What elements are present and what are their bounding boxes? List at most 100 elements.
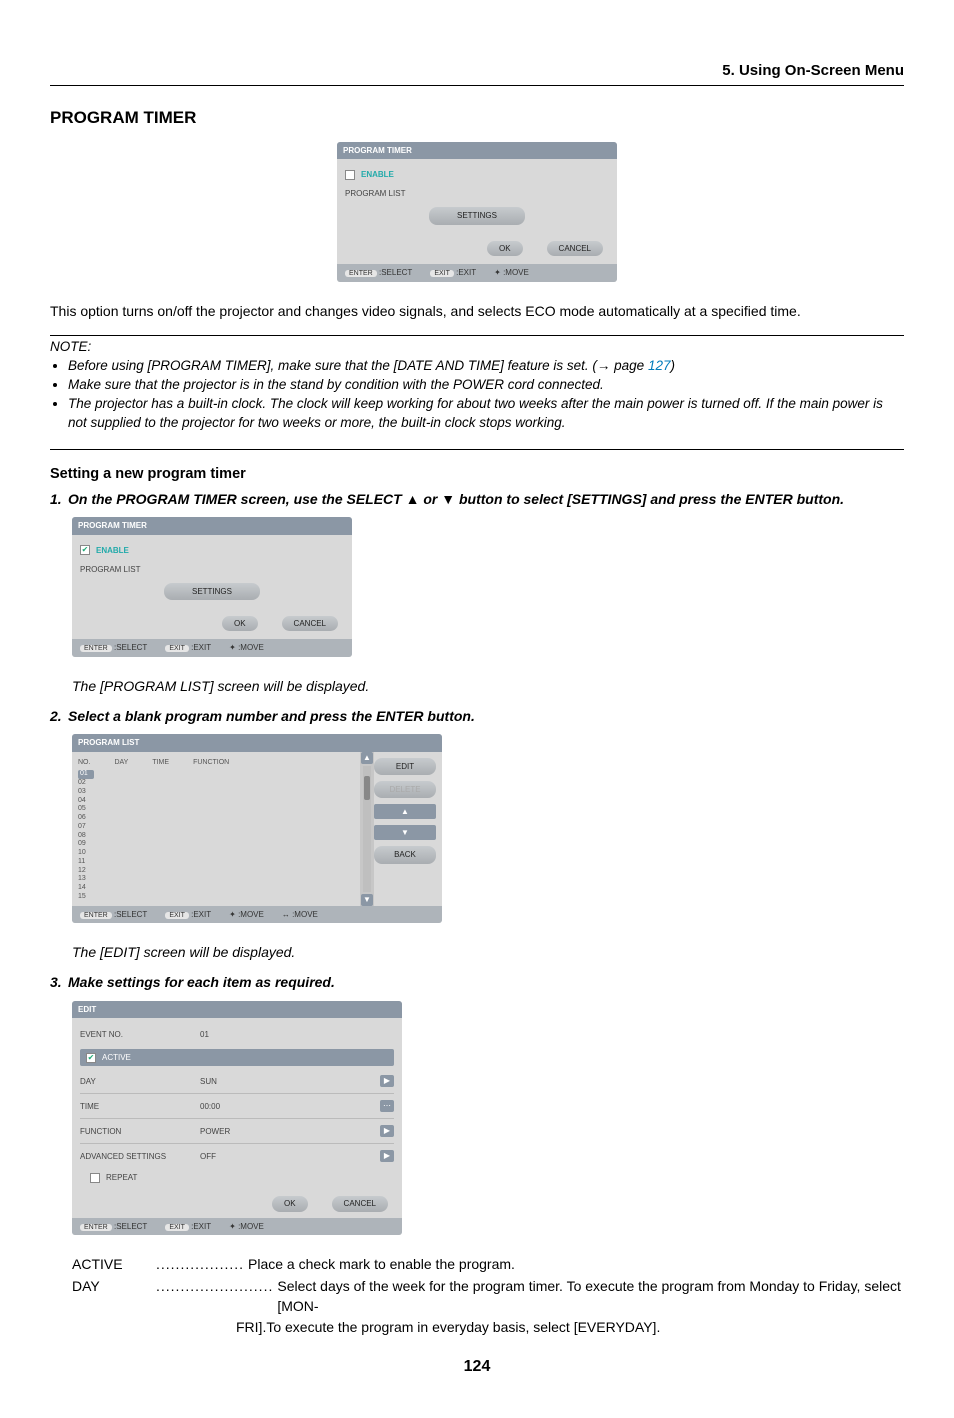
program-timer-panel-1: PROGRAM TIMER ENABLE PROGRAM LIST SETTIN… <box>337 142 617 282</box>
plist-row[interactable]: 15 <box>78 893 356 902</box>
plist-row[interactable]: 03 <box>78 788 356 797</box>
plist-rows[interactable]: 01 02 03 04 05 06 07 08 09 10 11 12 13 1… <box>78 769 356 901</box>
enable-checkbox-unchecked[interactable] <box>345 170 355 180</box>
exit-key-icon: EXIT <box>430 270 454 277</box>
cancel-button[interactable]: CANCEL <box>547 241 603 256</box>
enable-checkbox-checked[interactable]: ✔ <box>80 545 90 555</box>
enter-key-icon-4: ENTER <box>80 1224 112 1231</box>
active-checkbox[interactable]: ✔ <box>86 1053 96 1063</box>
edit-row-day[interactable]: DAY SUN ▶ <box>80 1070 394 1092</box>
plist-row[interactable]: 09 <box>78 840 356 849</box>
right-arrow-icon[interactable]: ▶ <box>380 1125 394 1137</box>
enable-label: ENABLE <box>361 169 394 180</box>
subhead-setting: Setting a new program timer <box>50 464 904 484</box>
caption-1: The [PROGRAM LIST] screen will be displa… <box>72 677 904 697</box>
enable-label-2: ENABLE <box>96 545 129 556</box>
cancel-button-edit[interactable]: CANCEL <box>332 1196 388 1211</box>
repeat-checkbox[interactable] <box>90 1173 100 1183</box>
panel4-footer: ENTER :SELECT EXIT :EXIT ✦ :MOVE <box>72 1218 402 1236</box>
cancel-button-2[interactable]: CANCEL <box>282 616 338 631</box>
panel3-title: PROGRAM LIST <box>72 734 442 751</box>
desc-day: DAY ........................ Select days… <box>72 1277 904 1316</box>
breadcrumb: 5. Using On-Screen Menu <box>50 60 904 86</box>
event-no-value: 01 <box>200 1029 394 1040</box>
scrollbar[interactable]: ▲ ▼ <box>360 752 374 906</box>
up-triangle-icon: ▲ <box>406 491 420 507</box>
note-item-1: Before using [PROGRAM TIMER], make sure … <box>68 357 904 376</box>
edit-row-time[interactable]: TIME 00:00 ⋯ <box>80 1095 394 1117</box>
right-arrow-icon[interactable]: ▶ <box>380 1075 394 1087</box>
panel1-footer: ENTER :SELECT EXIT :EXIT ✦ :MOVE <box>337 264 617 282</box>
exit-key-icon-2: EXIT <box>165 645 189 652</box>
note-block: NOTE: Before using [PROGRAM TIMER], make… <box>50 338 904 432</box>
plist-row[interactable]: 13 <box>78 875 356 884</box>
edit-panel: EDIT EVENT NO. 01 ✔ ACTIVE DAY SUN ▶ TIM… <box>72 1001 402 1236</box>
down-triangle-icon: ▼ <box>441 491 455 507</box>
plist-row[interactable]: 02 <box>78 779 356 788</box>
program-timer-panel-2: PROGRAM TIMER ✔ ENABLE PROGRAM LIST SETT… <box>72 517 352 657</box>
exit-key-icon-3: EXIT <box>165 912 189 919</box>
step-2: 2.Select a blank program number and pres… <box>50 707 904 727</box>
note-item-3: The projector has a built-in clock. The … <box>68 395 904 433</box>
exit-key-icon-4: EXIT <box>165 1224 189 1231</box>
scroll-up-icon[interactable]: ▲ <box>361 752 373 764</box>
step-3: 3.Make settings for each item as require… <box>50 973 904 993</box>
plist-row[interactable]: 10 <box>78 849 356 858</box>
edit-button[interactable]: EDIT <box>374 758 436 775</box>
list-up-button[interactable]: ▲ <box>374 804 436 819</box>
list-down-button[interactable]: ▼ <box>374 825 436 840</box>
edit-row-advanced[interactable]: ADVANCED SETTINGS OFF ▶ <box>80 1145 394 1167</box>
settings-button[interactable]: SETTINGS <box>429 207 525 224</box>
program-list-label: PROGRAM LIST <box>345 188 405 199</box>
plist-side-buttons: EDIT DELETE ▲ ▼ BACK <box>374 752 442 906</box>
event-no-label: EVENT NO. <box>80 1029 200 1040</box>
panel2-title: PROGRAM TIMER <box>72 517 352 534</box>
panel4-title: EDIT <box>72 1001 402 1018</box>
page-number: 124 <box>50 1356 904 1378</box>
back-button[interactable]: BACK <box>374 846 436 863</box>
enter-key-icon-3: ENTER <box>80 912 112 919</box>
caption-2: The [EDIT] screen will be displayed. <box>72 943 904 963</box>
ok-button-edit[interactable]: OK <box>272 1196 308 1211</box>
intro-text: This option turns on/off the projector a… <box>50 302 904 322</box>
active-row[interactable]: ✔ ACTIVE <box>80 1049 394 1066</box>
note-item-2: Make sure that the projector is in the s… <box>68 376 904 395</box>
delete-button[interactable]: DELETE <box>374 781 436 798</box>
note-label: NOTE: <box>50 338 904 357</box>
plist-row-01[interactable]: 01 <box>78 770 94 779</box>
active-label: ACTIVE <box>102 1052 131 1063</box>
plist-row[interactable]: 14 <box>78 884 356 893</box>
desc-active: ACTIVE .................. Place a check … <box>72 1255 904 1275</box>
panel3-footer: ENTER :SELECT EXIT :EXIT ✦ :MOVE ↔ :MOVE <box>72 906 442 924</box>
plist-row[interactable]: 07 <box>78 823 356 832</box>
plist-row[interactable]: 08 <box>78 832 356 841</box>
note-divider-bottom <box>50 449 904 450</box>
ellipsis-icon[interactable]: ⋯ <box>380 1100 394 1112</box>
plist-row[interactable]: 11 <box>78 858 356 867</box>
repeat-label: REPEAT <box>106 1172 137 1183</box>
note-divider-top <box>50 335 904 336</box>
ok-button-2[interactable]: OK <box>222 616 258 631</box>
description-block: ACTIVE .................. Place a check … <box>72 1255 904 1337</box>
plist-row[interactable]: 06 <box>78 814 356 823</box>
enter-key-icon-2: ENTER <box>80 645 112 652</box>
edit-row-function[interactable]: FUNCTION POWER ▶ <box>80 1120 394 1142</box>
page-link-127[interactable]: 127 <box>648 358 671 373</box>
program-list-label-2: PROGRAM LIST <box>80 564 140 575</box>
plist-row[interactable]: 04 <box>78 797 356 806</box>
enter-key-icon: ENTER <box>345 270 377 277</box>
scroll-down-icon[interactable]: ▼ <box>361 894 373 906</box>
program-list-panel: PROGRAM LIST NO. DAY TIME FUNCTION 01 02… <box>72 734 442 923</box>
program-list-table: NO. DAY TIME FUNCTION 01 02 03 04 05 06 … <box>72 752 360 906</box>
plist-header: NO. DAY TIME FUNCTION <box>78 756 356 770</box>
plist-row[interactable]: 05 <box>78 805 356 814</box>
settings-button-2[interactable]: SETTINGS <box>164 583 260 600</box>
ok-button[interactable]: OK <box>487 241 523 256</box>
section-title: PROGRAM TIMER <box>50 106 904 130</box>
step-1: 1.On the PROGRAM TIMER screen, use the S… <box>50 490 904 510</box>
right-arrow-icon[interactable]: ▶ <box>380 1150 394 1162</box>
plist-row[interactable]: 12 <box>78 867 356 876</box>
desc-day-cont: FRI].To execute the program in everyday … <box>236 1318 904 1338</box>
panel1-title: PROGRAM TIMER <box>337 142 617 159</box>
scroll-track[interactable] <box>363 766 371 892</box>
